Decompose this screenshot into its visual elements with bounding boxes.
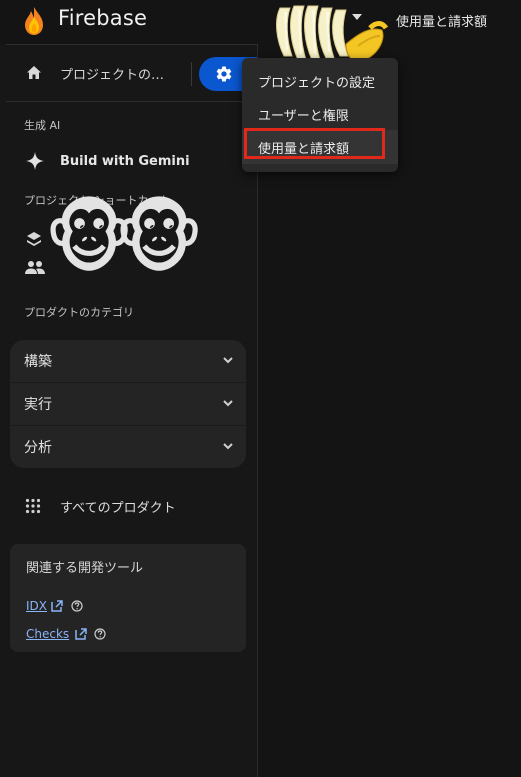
category-analytics[interactable]: 分析 <box>10 426 246 469</box>
firebase-flame-icon[interactable] <box>22 6 46 36</box>
header-divider <box>6 44 257 45</box>
chevron-down-icon <box>223 400 233 407</box>
users-icon[interactable] <box>24 259 46 277</box>
menu-item-label: ユーザーと権限 <box>258 109 349 124</box>
chevron-down-icon <box>223 357 233 364</box>
project-name[interactable]: プロジェクトの… <box>60 64 164 83</box>
brand-name[interactable]: Firebase <box>58 6 147 30</box>
header-usage-billing-label: 使用量と請求額 <box>396 15 488 30</box>
highlight-annotation-box <box>244 128 385 159</box>
gemini-sparkle-icon <box>26 152 44 170</box>
idx-link[interactable]: IDX <box>26 599 47 613</box>
vertical-divider <box>191 62 192 86</box>
dev-tools-title: 関連する開発ツール <box>26 561 144 576</box>
menu-item-label: プロジェクトの設定 <box>258 76 376 91</box>
category-label: 分析 <box>24 440 52 456</box>
sidebar-divider <box>6 101 257 102</box>
checks-link[interactable]: Checks <box>26 627 69 641</box>
firestore-stack-icon[interactable] <box>24 229 44 249</box>
category-build[interactable]: 構築 <box>10 340 246 383</box>
help-icon[interactable] <box>94 628 106 640</box>
top-header: Firebase 使用量と請求額 <box>0 0 521 44</box>
external-link-icon[interactable] <box>51 600 63 612</box>
apps-grid-icon <box>25 498 41 514</box>
categories-section-label: プロダクトのカテゴリ <box>24 306 134 319</box>
external-link-icon[interactable] <box>75 628 87 640</box>
genai-section-label: 生成 AI <box>24 119 61 132</box>
menu-item-project-settings[interactable]: プロジェクトの設定 <box>242 64 398 98</box>
build-with-gemini-link[interactable]: Build with Gemini <box>60 154 190 169</box>
menu-item-users-permissions[interactable]: ユーザーと権限 <box>242 97 398 131</box>
chevron-down-icon <box>223 443 233 450</box>
product-categories-card: 構築 実行 分析 <box>10 340 246 468</box>
monkey-sticker-icon: 🐵 <box>114 194 205 284</box>
gear-icon <box>216 66 232 82</box>
all-products-link[interactable]: すべてのプロダクト <box>60 497 176 516</box>
dev-tools-card: 関連する開発ツール IDX Checks <box>10 544 246 652</box>
category-label: 実行 <box>24 397 52 413</box>
category-run[interactable]: 実行 <box>10 383 246 426</box>
help-icon[interactable] <box>71 600 83 612</box>
home-icon[interactable] <box>24 63 44 83</box>
category-label: 構築 <box>24 354 52 370</box>
